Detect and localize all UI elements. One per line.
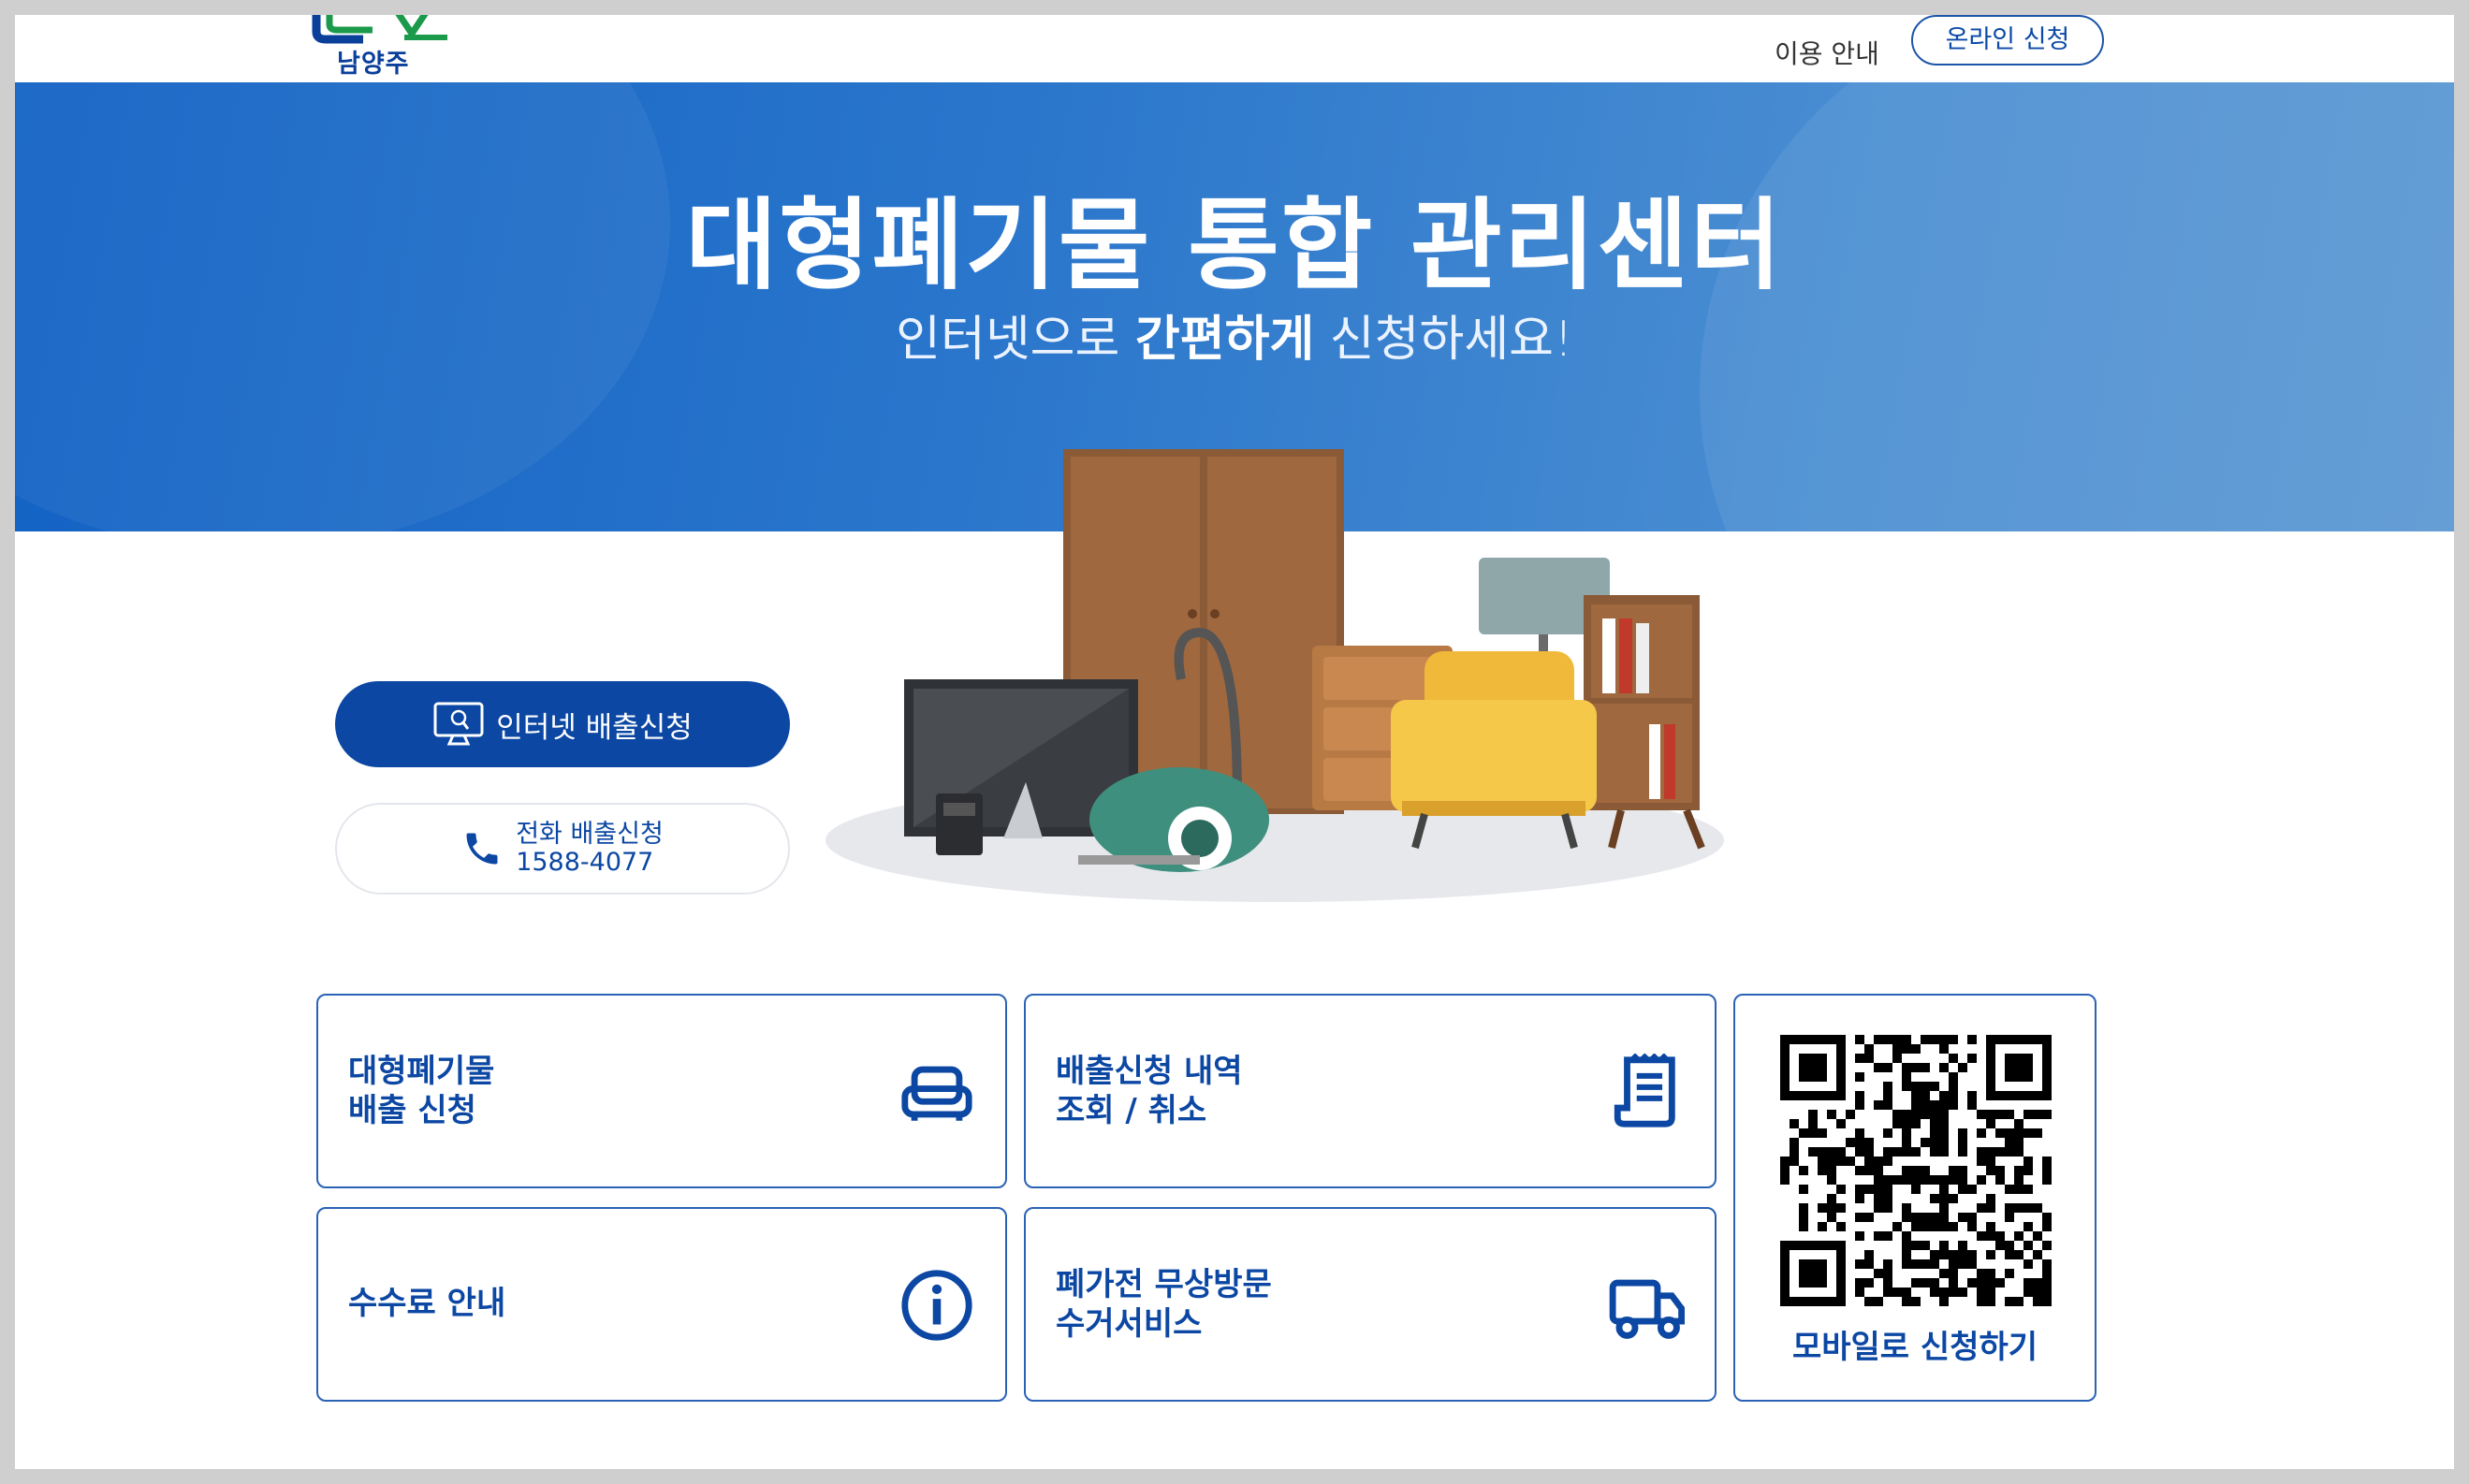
card-apply-history-label: 배출신청 내역 조회 / 취소 <box>1056 1052 1243 1130</box>
card-fee-info-label: 수수료 안내 <box>348 1285 506 1322</box>
internet-apply-label: 인터넷 배출신청 <box>496 710 693 745</box>
card-line: 배출신청 내역 <box>1056 1053 1243 1090</box>
qr-code <box>1780 1035 2052 1306</box>
info-icon <box>901 1270 972 1341</box>
card-apply-history[interactable]: 배출신청 내역 조회 / 취소 <box>1024 994 1717 1188</box>
card-appliance-pickup-label: 폐가전 무상방문 수거서비스 <box>1056 1265 1272 1344</box>
internet-apply-button[interactable]: 인터넷 배출신청 <box>335 681 790 767</box>
card-appliance-pickup[interactable]: 폐가전 무상방문 수거서비스 <box>1024 1207 1717 1402</box>
card-mobile-apply[interactable]: 모바일로 신청하기 <box>1733 994 2096 1402</box>
phone-apply-label: 전화 배출신청 <box>516 820 664 849</box>
card-waste-apply[interactable]: 대형폐기물 배출 신청 <box>316 994 1007 1188</box>
site-header: 남양주 이용 안내 온라인 신청 <box>15 15 2454 82</box>
card-line: 배출 신청 <box>348 1092 476 1129</box>
card-line: 조회 / 취소 <box>1056 1092 1207 1129</box>
card-waste-apply-label: 대형폐기물 배출 신청 <box>348 1052 494 1130</box>
truck-icon <box>1609 1279 1685 1339</box>
phone-apply-button[interactable]: 전화 배출신청 1588-4077 <box>335 803 790 895</box>
card-line: 수거서비스 <box>1056 1305 1203 1343</box>
phone-icon <box>466 833 498 865</box>
page: 남양주 이용 안내 온라인 신청 대형폐기물 통합 관리센터 인터넷으로 간편하… <box>15 15 2454 1469</box>
mobile-apply-label: 모바일로 신청하기 <box>1791 1329 2038 1366</box>
hero-subtitle: 인터넷으로 간편하게 신청하세요! <box>15 299 2454 370</box>
logo-text: 남양주 <box>337 50 410 79</box>
furniture-illustration <box>825 449 1724 902</box>
phone-number: 1588-4077 <box>516 848 654 877</box>
sofa-icon <box>901 1066 972 1121</box>
hero-subtitle-prefix: 인터넷으로 <box>896 312 1135 368</box>
card-line: 폐가전 무상방문 <box>1056 1266 1272 1303</box>
monitor-icon <box>433 702 484 746</box>
hero-subtitle-bold: 간편하게 <box>1134 312 1315 368</box>
card-fee-info[interactable]: 수수료 안내 <box>316 1207 1007 1402</box>
nav-online-apply-button[interactable]: 온라인 신청 <box>1911 15 2104 65</box>
nav-guide-link[interactable]: 이용 안내 <box>1775 34 1879 71</box>
hero-title: 대형폐기물 통합 관리센터 <box>685 188 1784 303</box>
receipt-icon <box>1614 1054 1675 1128</box>
hero-subtitle-suffix: 신청하세요! <box>1314 312 1573 368</box>
card-line: 대형폐기물 <box>348 1053 495 1090</box>
